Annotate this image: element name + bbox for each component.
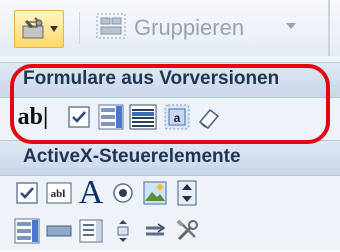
activex-more-controls-button[interactable] <box>172 216 202 246</box>
legacy-section-title: Formulare aus Vorversionen <box>23 68 280 89</box>
chevron-down-icon <box>50 26 58 32</box>
activex-checkbox-control[interactable] <box>12 178 42 208</box>
toolbar-edge <box>328 0 330 56</box>
activex-option-button-control[interactable] <box>108 178 138 208</box>
checkbox-icon <box>16 182 38 204</box>
list-box-icon <box>129 104 157 130</box>
legacy-section-header: Formulare aus Vorversionen <box>0 62 340 98</box>
chevron-down-icon <box>286 23 296 29</box>
option-group-icon: a <box>164 104 190 130</box>
legacy-tools-button[interactable] <box>14 10 64 48</box>
tools-icon <box>176 219 198 241</box>
activex-scrollbar-control[interactable] <box>140 216 170 246</box>
option-group-control[interactable]: a <box>162 102 192 132</box>
label-icon: A <box>78 174 104 211</box>
svg-text:abl: abl <box>51 188 66 200</box>
eraser-icon <box>198 108 220 130</box>
activex-spin-button-control[interactable] <box>172 178 202 208</box>
ribbon-toolbar: Gruppieren <box>0 0 340 56</box>
option-button-icon <box>113 183 133 203</box>
combo-box-icon <box>14 218 40 244</box>
group-icon <box>96 13 126 39</box>
activex-image-control[interactable] <box>140 178 170 208</box>
image-icon <box>143 181 167 205</box>
scrollbar-icon <box>146 223 166 236</box>
toggle-button-icon <box>117 220 129 242</box>
textbox-icon: abl <box>46 182 72 204</box>
toolbox-icon <box>22 17 44 39</box>
text-field-control[interactable]: ab| <box>12 102 54 132</box>
activex-textbox-control[interactable]: abl <box>44 178 74 208</box>
activex-combo-box-control[interactable] <box>12 216 42 246</box>
combo-box-icon <box>98 104 124 130</box>
spin-button-icon <box>177 180 197 206</box>
text-field-icon: ab| <box>17 103 49 130</box>
eraser-control[interactable] <box>194 102 224 132</box>
list-box-icon <box>79 219 103 243</box>
activex-label-control[interactable]: A <box>76 174 106 211</box>
combo-box-control[interactable] <box>96 102 126 132</box>
activex-command-button-control[interactable] <box>44 216 74 246</box>
activex-toggle-button-control[interactable] <box>108 216 138 246</box>
activex-list-box-control[interactable] <box>76 216 106 246</box>
checkbox-icon <box>68 106 90 128</box>
controls-dropdown-panel: Formulare aus Vorversionen ab| a ActiveX… <box>0 56 340 251</box>
group-button-label: Gruppieren <box>134 15 245 40</box>
activex-section-header: ActiveX-Steuerelemente <box>0 140 340 176</box>
command-button-icon <box>46 225 72 237</box>
checkbox-control[interactable] <box>64 102 94 132</box>
activex-section-title: ActiveX-Steuerelemente <box>23 146 241 167</box>
toolbar-separator <box>79 12 80 44</box>
list-box-control[interactable] <box>128 102 158 132</box>
svg-text:a: a <box>174 111 181 125</box>
